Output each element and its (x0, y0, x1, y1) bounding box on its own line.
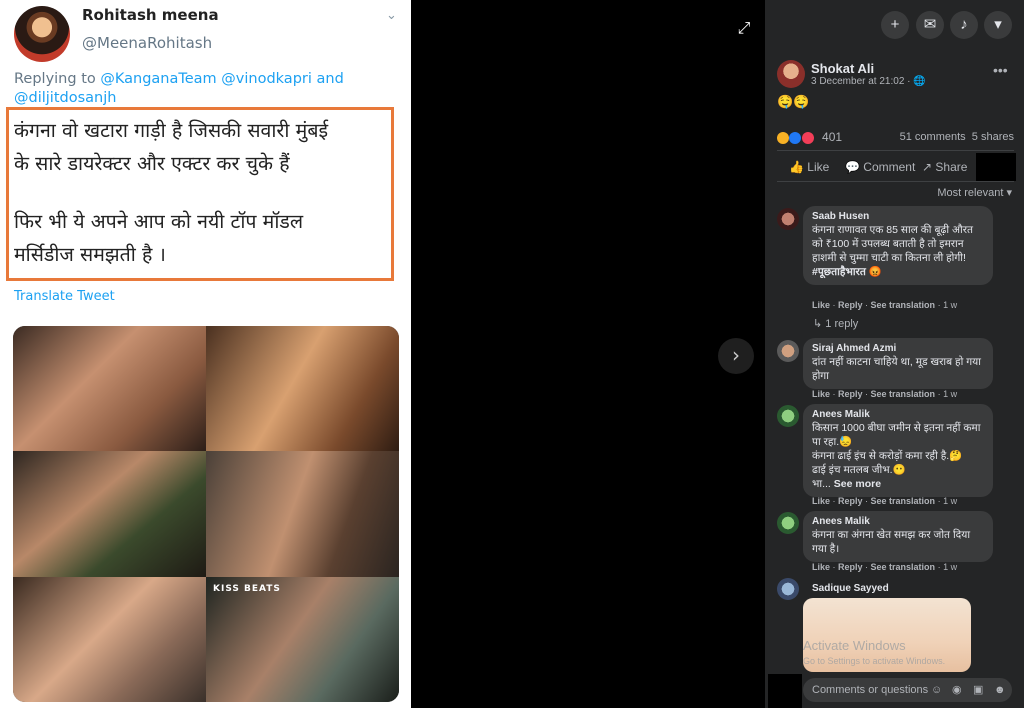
comment-icon: 💬 (845, 160, 860, 174)
commenter-avatar[interactable] (777, 578, 799, 600)
plus-icon[interactable]: + (881, 11, 909, 39)
tweet-author-handle: @MeenaRohitash (82, 34, 213, 52)
thumbs-up-icon: 👍 (789, 160, 804, 174)
view-replies-link[interactable]: ↳ 1 reply (813, 317, 858, 330)
commenter-name[interactable]: Siraj Ahmed Azmi (812, 343, 984, 355)
commenter-avatar[interactable] (777, 405, 799, 427)
gif-icon[interactable]: ▣ (973, 678, 983, 702)
like-icon (789, 131, 802, 144)
more-options-icon[interactable]: ••• (993, 62, 1008, 78)
caret-down-icon: ▾ (1006, 187, 1012, 199)
comment-text: किसान 1000 बीघा जमीन से इतना नहीं कमा पा… (812, 422, 981, 448)
commenter-name[interactable]: Anees Malik (812, 516, 984, 528)
tweet-avatar (14, 6, 70, 62)
tweet-author-name: Rohitash meena (82, 6, 219, 24)
divider (777, 150, 1014, 151)
haha-icon (777, 131, 789, 144)
engagement-counts: 51 comments 5 shares (900, 131, 1014, 143)
comment-actions: Like · Reply · See translation · 1 w (812, 496, 958, 506)
comment-input[interactable]: Comments or questions ☺ ◉ ▣ ☻ (803, 678, 1012, 702)
next-photo-button[interactable]: › (718, 338, 754, 374)
chevron-right-icon: › (732, 343, 740, 367)
comment-like-link[interactable]: Like (812, 496, 830, 506)
reactions-summary[interactable]: 401 (777, 130, 842, 144)
sort-comments-dropdown[interactable]: Most relevant ▾ (937, 186, 1012, 199)
collage-photo (13, 451, 206, 577)
comment-reply-link[interactable]: Reply (838, 389, 863, 399)
emoji-icon[interactable]: ☺ (931, 678, 942, 702)
redaction-box (976, 153, 1016, 181)
commenter-name[interactable]: Sadique Sayyed (812, 583, 889, 595)
commenter-avatar[interactable] (777, 208, 799, 230)
comment-actions: Like · Reply · See translation · 1 w (812, 562, 958, 572)
commenter-avatar[interactable] (777, 512, 799, 534)
self-avatar-redacted (768, 674, 802, 708)
comment-like-link[interactable]: Like (812, 389, 830, 399)
comment-hashtag[interactable]: #पूछताहैभारत 😡 (812, 265, 984, 279)
comment-text: भा... See more (812, 478, 882, 490)
commenter-name[interactable]: Saab Husen (812, 211, 984, 223)
tweet-photo-collage: KISS BEATS (13, 326, 399, 702)
comment-reply-link[interactable]: Reply (838, 300, 863, 310)
see-translation-link[interactable]: See translation (871, 562, 936, 572)
see-translation-link[interactable]: See translation (871, 389, 936, 399)
comment-like-link[interactable]: Like (812, 562, 830, 572)
camera-icon[interactable]: ◉ (952, 678, 962, 702)
divider (777, 181, 1014, 182)
collage-photo (206, 451, 399, 577)
shares-count[interactable]: 5 shares (972, 131, 1014, 143)
globe-icon: 🌐 (913, 76, 926, 87)
comment-text: दांत नहीं काटना चाहिये था, मूड खराब हो ग… (812, 356, 981, 382)
comment-actions: Like · Reply · See translation · 1 w (812, 300, 958, 310)
comment-bubble: Siraj Ahmed Azmi दांत नहीं काटना चाहिये … (803, 338, 993, 389)
comment-like-link[interactable]: Like (812, 300, 830, 310)
collage-photo (13, 326, 206, 451)
translate-tweet-link: Translate Tweet (14, 289, 115, 304)
like-button[interactable]: 👍 Like (789, 160, 829, 174)
comment-actions: Like · Reply · See translation · 1 w (812, 389, 958, 399)
comment-text: ढाई इंच मतलब जीभ.😶 (812, 464, 906, 476)
activate-windows-subtext: Go to Settings to activate Windows. (803, 656, 946, 666)
see-more-link[interactable]: See more (834, 478, 881, 490)
post-text: 🤤🤤 (777, 94, 810, 109)
comment-reply-link[interactable]: Reply (838, 562, 863, 572)
comment-button[interactable]: 💬 Comment (845, 160, 915, 174)
chevron-down-icon: ⌄ (386, 8, 397, 23)
comment-bubble: Anees Malik किसान 1000 बीघा जमीन से इतना… (803, 404, 993, 497)
comments-count[interactable]: 51 comments (900, 131, 966, 143)
collage-watermark: KISS BEATS (213, 584, 281, 594)
shared-tweet-image: Rohitash meena @MeenaRohitash ⌄ Replying… (0, 0, 411, 708)
see-translation-link[interactable]: See translation (871, 300, 936, 310)
caret-down-icon[interactable]: ▾ (984, 11, 1012, 39)
bell-icon[interactable]: ♪ (950, 11, 978, 39)
love-icon (801, 131, 814, 144)
see-translation-link[interactable]: See translation (871, 496, 936, 506)
comment-reply-link[interactable]: Reply (838, 496, 863, 506)
share-button[interactable]: ↗ Share (922, 160, 967, 174)
comment-text: कंगना राणावत एक 85 साल की बूढ़ी औरत को ₹… (812, 224, 974, 264)
share-icon: ↗ (922, 160, 933, 174)
sticker-icon[interactable]: ☻ (994, 678, 1006, 702)
collage-photo (206, 326, 399, 451)
comment-text: कंगना का अंगना खेत समझ कर जोत दिया गया ह… (812, 529, 971, 555)
post-side-panel: + ✉ ♪ ▾ Shokat Ali 3 December at 21:02 ·… (765, 0, 1024, 708)
expand-icon[interactable]: ⤢ (734, 18, 754, 38)
author-avatar[interactable] (777, 60, 805, 88)
commenter-name[interactable]: Anees Malik (812, 409, 984, 421)
comment-bubble: Saab Husen कंगना राणावत एक 85 साल की बूढ… (803, 206, 993, 285)
collage-photo (206, 577, 399, 702)
activate-windows-watermark: Activate Windows (803, 638, 906, 653)
comment-text: कंगना ढाई इंच से करोड़ों कमा रही है.🤔 (812, 450, 963, 462)
tweet-replying-to: Replying to @KanganaTeam @vinodkapri and… (14, 71, 344, 106)
post-author-name[interactable]: Shokat Ali (811, 61, 874, 76)
commenter-avatar[interactable] (777, 340, 799, 362)
comment-bubble: Anees Malik कंगना का अंगना खेत समझ कर जो… (803, 511, 993, 562)
post-timestamp[interactable]: 3 December at 21:02 · 🌐 (811, 76, 926, 87)
reactions-count: 401 (822, 130, 843, 144)
tweet-text: कंगना वो खटारा गाड़ी है जिसकी सवारी मुंब… (14, 119, 329, 266)
messenger-icon[interactable]: ✉ (916, 11, 944, 39)
collage-photo (13, 577, 206, 702)
